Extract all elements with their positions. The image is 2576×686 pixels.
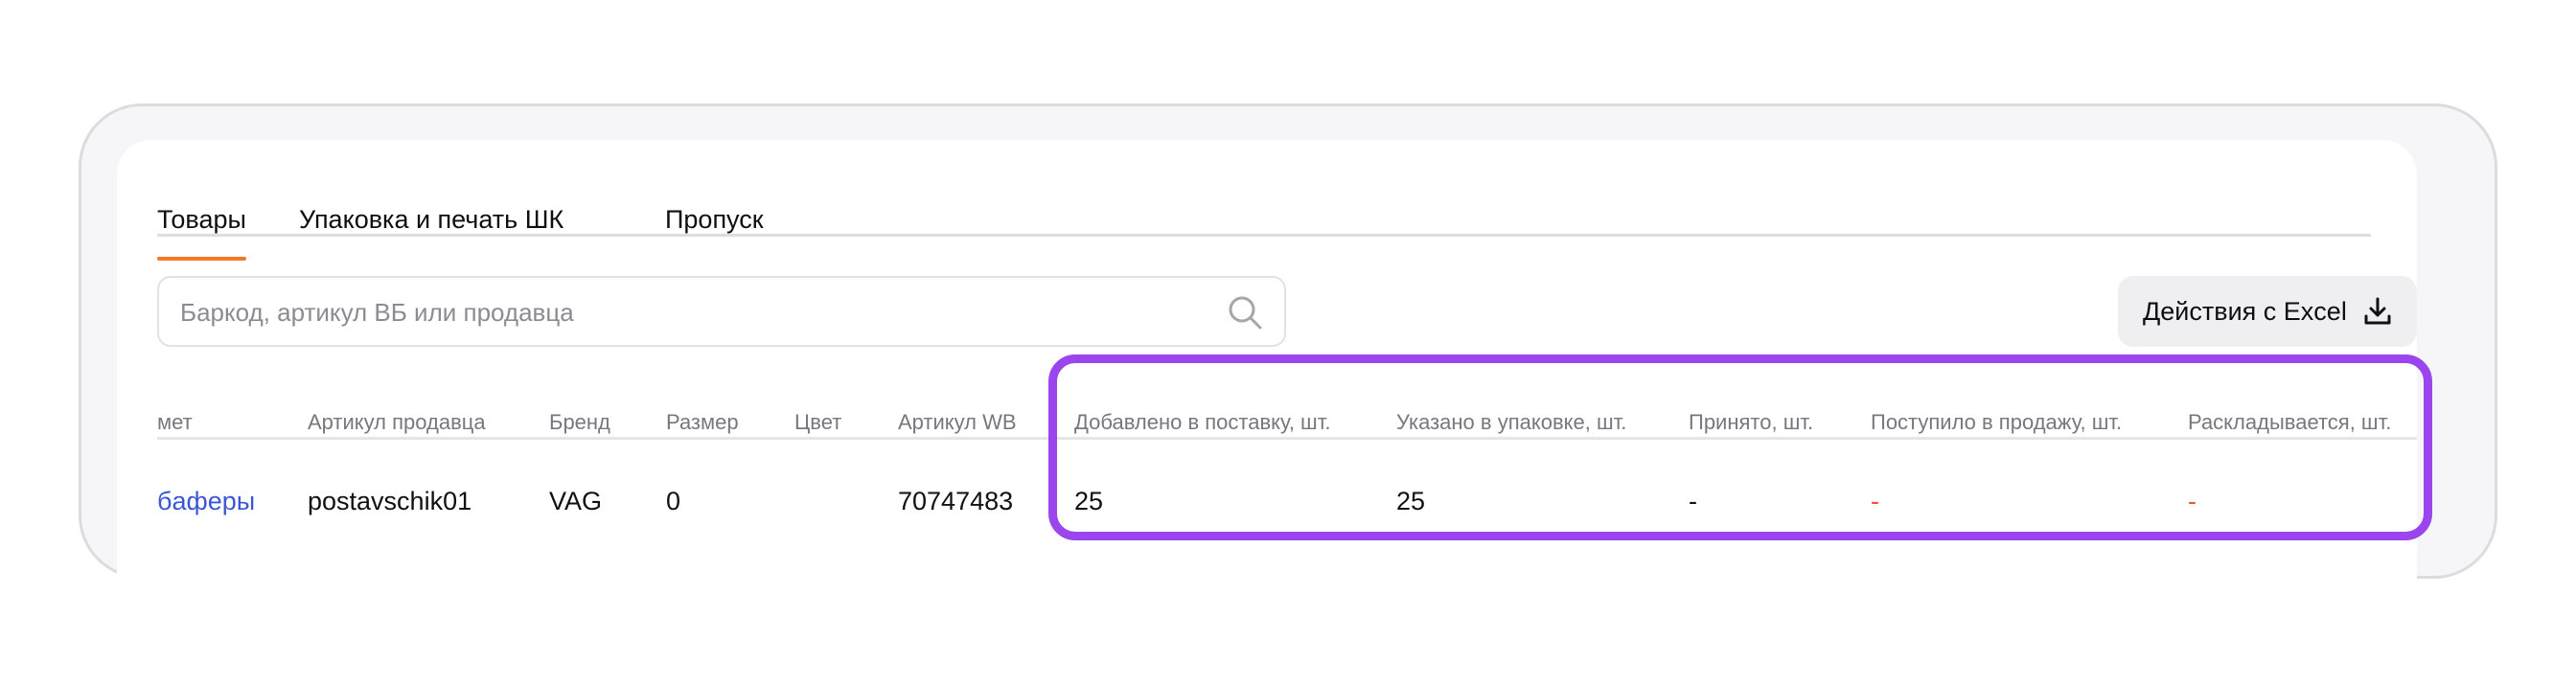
col-header-added: Добавлено в поставку, шт. (1074, 410, 1331, 434)
col-header-brand: Бренд (549, 410, 610, 434)
supply-panel: Товары Упаковка и печать ШК Пропуск Дейс… (117, 140, 2417, 590)
col-header-sorting: Раскладывается, шт. (2188, 410, 2392, 434)
tab-bar: Товары Упаковка и печать ШК Пропуск (157, 167, 2371, 261)
cell-brand: VAG (549, 487, 603, 515)
cell-size: 0 (666, 487, 681, 515)
search-input[interactable] (178, 278, 1198, 347)
col-header-on-sale: Поступило в продажу, шт. (1871, 410, 2123, 434)
col-header-accepted: Принято, шт. (1689, 410, 1814, 434)
excel-actions-button[interactable]: Действия с Excel (2118, 276, 2417, 347)
cell-wb-article: 70747483 (898, 487, 1014, 515)
excel-actions-label: Действия с Excel (2143, 296, 2347, 326)
download-icon (2364, 297, 2391, 325)
row-divider (157, 437, 2417, 440)
goods-table: мет Артикул продавца Бренд Размер Цвет А… (117, 383, 2417, 584)
cell-accepted: - (1689, 487, 1697, 515)
col-header-wb-article: Артикул WB (898, 410, 1017, 434)
col-header-seller-article: Артикул продавца (308, 410, 486, 434)
tab-packing-barcodes[interactable]: Упаковка и печать ШК (299, 207, 564, 233)
search-icon[interactable] (1227, 294, 1263, 331)
col-header-subject: мет (157, 410, 193, 434)
cell-seller-article: postavschik01 (308, 487, 472, 515)
cell-subject-link[interactable]: бaферы (157, 489, 255, 514)
cell-sorting: - (2188, 487, 2196, 515)
cell-in-package: 25 (1396, 487, 1426, 515)
tab-goods[interactable]: Товары (157, 207, 246, 261)
search-box (157, 276, 1286, 347)
cell-on-sale: - (1871, 487, 1879, 515)
col-header-in-package: Указано в упаковке, шт. (1396, 410, 1627, 434)
tab-pass[interactable]: Пропуск (665, 207, 764, 233)
col-header-color: Цвет (794, 410, 842, 434)
col-header-size: Размер (666, 410, 739, 434)
cell-added: 25 (1074, 487, 1104, 515)
